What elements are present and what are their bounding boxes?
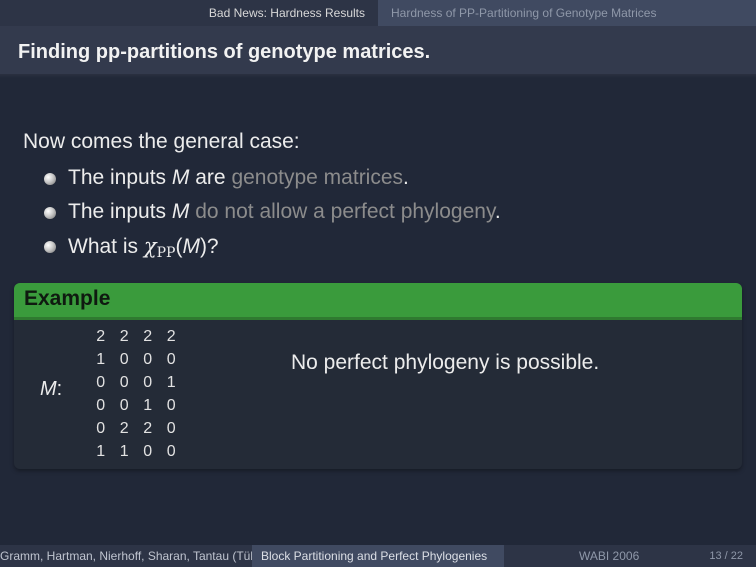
bullet-item-question: What is χPP(M)? [44, 233, 501, 267]
example-note: No perfect phylogeny is possible. [291, 351, 600, 374]
matrix-cell: 1 [96, 350, 106, 368]
matrix-row: 1000 [89, 348, 183, 371]
highlighted-term: genotype matrices [231, 166, 404, 189]
bullet-text: The inputs [68, 166, 172, 189]
example-block: Example M: 222210000001001002201100 No p… [14, 283, 742, 469]
footer-venue: WABI 2006 [579, 549, 640, 563]
matrix-cell: 0 [166, 350, 176, 368]
ball-bullet-icon [44, 241, 56, 253]
math-variable-m: M [171, 166, 190, 189]
matrix-cell: 2 [96, 327, 106, 345]
example-title-divider [14, 317, 742, 320]
frame-title: Finding pp-partitions of genotype matric… [0, 26, 756, 74]
bullet-text: . [403, 166, 409, 189]
bullet-text: The inputs [68, 200, 172, 223]
ball-bullet-icon [44, 173, 56, 185]
bullet-text: are [189, 166, 232, 189]
matrix-cell: 0 [119, 373, 129, 391]
matrix-cell: 0 [143, 442, 153, 460]
matrix-row: 0010 [89, 394, 183, 417]
matrix-cell: 1 [119, 442, 129, 460]
matrix-cell: 0 [119, 396, 129, 414]
nav-subsection-current[interactable]: Hardness of PP-Partitioning of Genotype … [378, 0, 756, 26]
matrix-cell: 0 [96, 373, 106, 391]
math-subscript-pp: PP [156, 245, 176, 261]
matrix-cell: 2 [166, 327, 176, 345]
intro-text: Now comes the general case: [23, 130, 300, 153]
matrix-cell: 2 [119, 419, 129, 437]
matrix-cell: 0 [96, 396, 106, 414]
genotype-matrix: 222210000001001002201100 [89, 325, 183, 463]
matrix-cell: 1 [166, 373, 176, 391]
matrix-cell: 0 [166, 442, 176, 460]
matrix-label: M: [40, 378, 62, 401]
bullet-text: )? [199, 235, 219, 258]
ball-bullet-icon [44, 207, 56, 219]
matrix-cell: 0 [166, 396, 176, 414]
math-chi-symbol: χ [143, 234, 157, 258]
math-variable-m: M [182, 235, 200, 258]
bullet-list: The inputs M are genotype matrices. The … [44, 165, 501, 267]
footer-talk-title: Block Partitioning and Perfect Phylogeni… [252, 545, 504, 567]
bullet-item-genotype: The inputs M are genotype matrices. [44, 165, 501, 199]
footer-info: WABI 2006 13 / 22 [504, 545, 756, 567]
matrix-cell: 0 [166, 419, 176, 437]
matrix-cell: 2 [143, 327, 153, 345]
matrix-cell: 2 [143, 419, 153, 437]
matrix-row: 0220 [89, 417, 183, 440]
matrix-cell: 0 [96, 419, 106, 437]
matrix-cell: 0 [119, 350, 129, 368]
matrix-cell: 2 [119, 327, 129, 345]
highlighted-term: do not allow a perfect phylogeny [189, 200, 495, 223]
math-variable-m: M [171, 200, 190, 223]
bullet-text: . [494, 200, 501, 223]
matrix-cell: 1 [96, 442, 106, 460]
matrix-row: 0001 [89, 371, 183, 394]
example-block-title: Example [14, 283, 742, 317]
nav-section-current[interactable]: Bad News: Hardness Results [0, 0, 378, 26]
headline-navigation: Bad News: Hardness Results Hardness of P… [0, 0, 756, 26]
math-variable-m: M [40, 378, 57, 400]
matrix-cell: 1 [143, 396, 153, 414]
bullet-text: What is [68, 235, 144, 258]
footer-authors: Gramm, Hartman, Nierhoff, Sharan, Tantau… [0, 545, 252, 567]
footline: Gramm, Hartman, Nierhoff, Sharan, Tantau… [0, 545, 756, 567]
matrix-row: 1100 [89, 440, 183, 463]
footer-page-number: 13 / 22 [709, 550, 743, 562]
matrix-row: 2222 [89, 325, 183, 348]
frame-title-shadow [0, 74, 756, 78]
matrix-cell: 0 [143, 373, 153, 391]
matrix-cell: 0 [143, 350, 153, 368]
matrix-colon: : [56, 378, 63, 400]
bullet-item-no-perfect-phylogeny: The inputs M do not allow a perfect phyl… [44, 199, 501, 233]
